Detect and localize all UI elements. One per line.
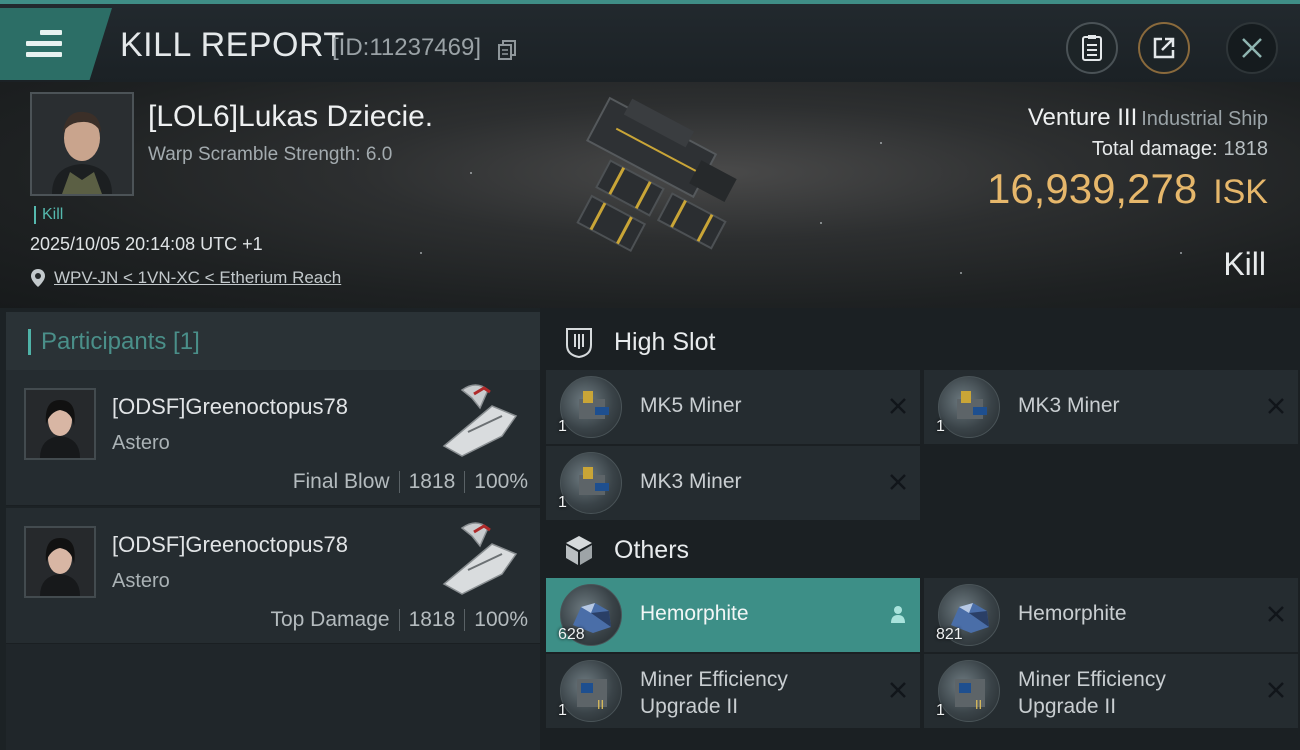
item-quantity: 1 — [558, 418, 567, 435]
hamburger-icon — [26, 30, 62, 63]
participant-avatar[interactable] — [24, 388, 96, 460]
clipboard-icon — [1082, 35, 1102, 61]
kill-summary: [LOL6]Lukas Dziecie. Warp Scramble Stren… — [0, 82, 1300, 308]
ship-info: Venture III Industrial Ship Total damage:… — [987, 104, 1268, 213]
item-name: Hemorphite — [640, 602, 749, 625]
item-name-line1: Miner Efficiency — [640, 668, 788, 691]
participant-stats: Top Damage 1818 100% — [270, 608, 528, 632]
item-quantity: 1 — [936, 418, 945, 435]
page-title: KILL REPORT — [120, 26, 345, 64]
item-name-line1: Miner Efficiency — [1018, 668, 1166, 691]
item-name: Miner Efficiency Upgrade II — [640, 666, 788, 720]
high-slot-title: High Slot — [614, 327, 716, 356]
top-bar: KILL REPORT [ID:11237469] — [0, 0, 1300, 82]
item-quantity: 1 — [558, 702, 567, 719]
participant-ship: Astero — [112, 432, 170, 454]
report-id: [ID:11237469] — [332, 34, 482, 61]
module-item[interactable]: 1 MK3 Miner — [924, 370, 1298, 444]
cargo-item[interactable]: 628 Hemorphite — [546, 578, 920, 652]
miner-module-icon — [560, 452, 622, 514]
item-quantity: 1 — [936, 702, 945, 719]
participant-role: Top Damage — [270, 608, 390, 631]
x-icon — [1268, 682, 1284, 698]
participant-row[interactable]: [ODSF]Greenoctopus78 Astero Top Damage 18… — [6, 508, 540, 644]
person-icon — [891, 606, 905, 623]
svg-text:II: II — [597, 698, 604, 712]
close-icon — [1242, 38, 1262, 58]
copy-icon[interactable] — [498, 40, 516, 60]
cube-icon — [566, 536, 592, 565]
item-name: MK3 Miner — [640, 470, 742, 493]
item-name: Miner Efficiency Upgrade II — [1018, 666, 1166, 720]
x-icon — [890, 682, 906, 698]
result-label: Kill — [1223, 246, 1266, 282]
item-quantity: 1 — [558, 494, 567, 511]
location-link[interactable]: WPV-JN < 1VN-XC < Etherium Reach — [30, 268, 341, 288]
item-name: MK5 Miner — [640, 394, 742, 417]
miner-module-icon — [938, 376, 1000, 438]
item-quantity: 628 — [558, 626, 585, 643]
warp-scramble-strength: Warp Scramble Strength: 6.0 — [148, 144, 393, 165]
victim-portrait[interactable] — [30, 92, 134, 196]
fitting-panel: High Slot 1 MK5 Miner 1 MK3 Miner 1 MK3 … — [540, 308, 1300, 750]
participants-header: Participants [1] — [6, 312, 540, 372]
participant-avatar[interactable] — [24, 526, 96, 598]
participant-ship-image — [442, 522, 518, 595]
participant-ship-image — [442, 384, 518, 457]
share-button[interactable] — [1138, 22, 1190, 74]
location-text: WPV-JN < 1VN-XC < Etherium Reach — [54, 268, 342, 287]
item-quantity: 821 — [936, 626, 963, 643]
cargo-item[interactable]: II 1 Miner Efficiency Upgrade II — [924, 654, 1298, 728]
total-damage-label: Total damage: — [1091, 138, 1218, 160]
module-item[interactable]: 1 MK3 Miner — [546, 446, 920, 520]
participant-name[interactable]: [ODSF]Greenoctopus78 — [112, 532, 348, 558]
item-name: Hemorphite — [1018, 602, 1127, 625]
item-name-line2: Upgrade II — [640, 695, 739, 718]
kill-tag: Kill — [34, 206, 63, 224]
ship-name[interactable]: Venture III — [1028, 104, 1137, 131]
item-name: MK3 Miner — [1018, 394, 1120, 417]
x-icon — [1268, 606, 1284, 622]
item-name-line2: Upgrade II — [1018, 695, 1117, 718]
ship-class: Industrial Ship — [1141, 108, 1268, 130]
cargo-item[interactable]: 821 Hemorphite — [924, 578, 1298, 652]
participant-ship: Astero — [112, 570, 170, 592]
isk-value: 16,939,278 — [986, 165, 1198, 212]
participant-percent: 100% — [474, 470, 528, 493]
module-item[interactable]: 1 MK5 Miner — [546, 370, 920, 444]
cargo-item[interactable]: II 1 Miner Efficiency Upgrade II — [546, 654, 920, 728]
x-icon — [890, 398, 906, 414]
high-slot-header: High Slot — [546, 312, 1300, 372]
participant-damage: 1818 — [408, 470, 456, 493]
total-damage-value: 1818 — [1223, 138, 1269, 160]
clipboard-button[interactable] — [1066, 22, 1118, 74]
participant-role: Final Blow — [292, 470, 390, 493]
participant-row[interactable]: [ODSF]Greenoctopus78 Astero Final Blow 18… — [6, 370, 540, 506]
miner-module-icon — [560, 376, 622, 438]
high-slot-icon — [566, 328, 592, 359]
others-header: Others — [546, 520, 1300, 580]
upgrade-module-icon: II — [938, 660, 1000, 722]
close-button[interactable] — [1226, 22, 1278, 74]
participant-damage: 1818 — [408, 608, 456, 631]
victim-name[interactable]: [LOL6]Lukas Dziecie. — [148, 100, 433, 134]
isk-unit: ISK — [1213, 173, 1268, 211]
x-icon — [1268, 398, 1284, 414]
others-title: Others — [614, 535, 690, 564]
svg-text:II: II — [975, 698, 982, 712]
participants-empty-space — [6, 644, 540, 750]
participant-stats: Final Blow 1818 100% — [293, 470, 528, 494]
upgrade-module-icon: II — [560, 660, 622, 722]
kill-datetime: 2025/10/05 20:14:08 UTC +1 — [30, 234, 263, 254]
location-pin-icon — [31, 269, 45, 287]
victim-ship-image — [576, 96, 737, 253]
share-icon — [1153, 37, 1175, 59]
participants-title: Participants [1] — [41, 328, 200, 355]
participant-percent: 100% — [474, 608, 528, 631]
menu-button[interactable] — [0, 8, 112, 80]
participant-name[interactable]: [ODSF]Greenoctopus78 — [112, 394, 348, 420]
x-icon — [890, 474, 906, 490]
